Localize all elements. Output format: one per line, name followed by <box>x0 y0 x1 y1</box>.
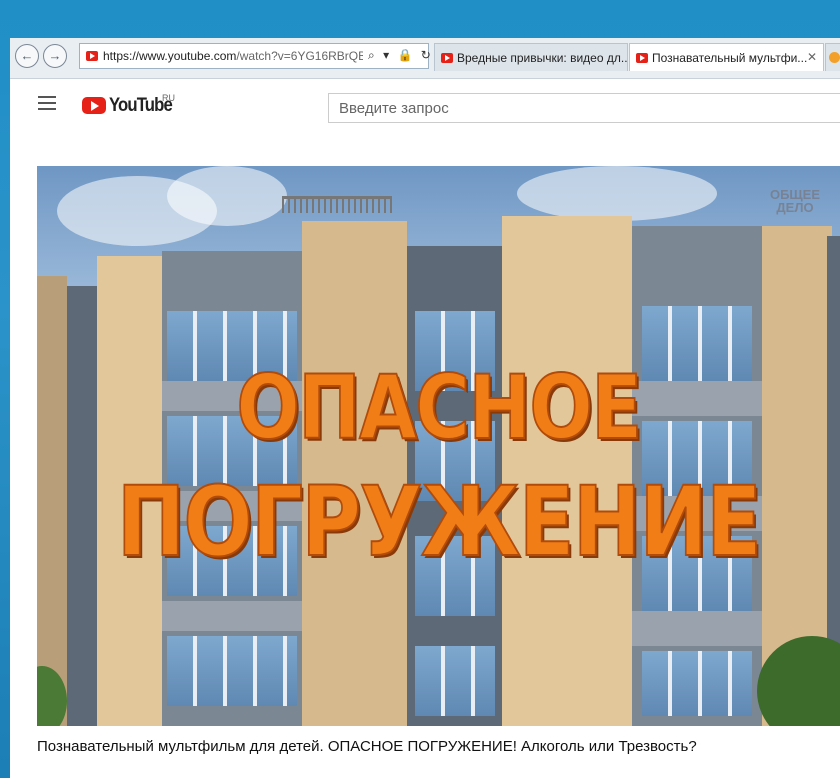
tab-favicon-icon <box>829 52 840 63</box>
channel-watermark: ОБЩЕЕ ДЕЛО <box>769 187 820 215</box>
address-bar[interactable]: https://www.youtube.com/watch?v=6YG16RBr… <box>79 43 431 69</box>
video-player[interactable]: ОБЩЕЕ ДЕЛО ОПАСНОЕ ПОГРУЖЕНИЕ <box>37 166 840 726</box>
back-arrow-icon[interactable]: ← <box>15 44 39 68</box>
video-overlay-title-line2: ПОГРУЖЕНИЕ <box>116 465 763 579</box>
refresh-icon[interactable]: ↻ <box>421 48 431 62</box>
youtube-favicon-icon <box>86 51 98 61</box>
youtube-play-icon <box>82 97 106 114</box>
search-input[interactable]: Введите запрос <box>328 93 840 123</box>
tab-3[interactable] <box>825 43 840 71</box>
browser-window: ← → https://www.youtube.com/watch?v=6YG1… <box>10 38 840 778</box>
search-icon[interactable]: ⌕ <box>368 48 375 62</box>
lock-icon: 🔒 <box>397 48 413 62</box>
dropdown-icon[interactable]: ▾ <box>383 48 389 62</box>
desktop: { "browser": { "url_main": "https://www.… <box>0 0 840 778</box>
browser-toolbar: ← → https://www.youtube.com/watch?v=6YG1… <box>10 38 840 79</box>
youtube-favicon-icon <box>636 53 648 63</box>
tab-1[interactable]: Вредные привычки: видео дл... <box>434 43 628 71</box>
video-title: Познавательный мультфильм для детей. ОПА… <box>37 738 697 755</box>
hamburger-menu-icon[interactable] <box>38 96 56 114</box>
video-overlay-title-line1: ОПАСНОЕ <box>235 355 643 460</box>
tab-2-active[interactable]: Познавательный мультфи... ✕ <box>629 43 824 71</box>
youtube-header: YouTube RU Введите запрос <box>10 79 840 135</box>
forward-arrow-icon[interactable]: → <box>43 44 67 68</box>
close-tab-icon[interactable]: ✕ <box>807 50 817 64</box>
youtube-favicon-icon <box>441 53 453 63</box>
url-text: https://www.youtube.com/watch?v=6YG16RBr… <box>103 49 363 63</box>
